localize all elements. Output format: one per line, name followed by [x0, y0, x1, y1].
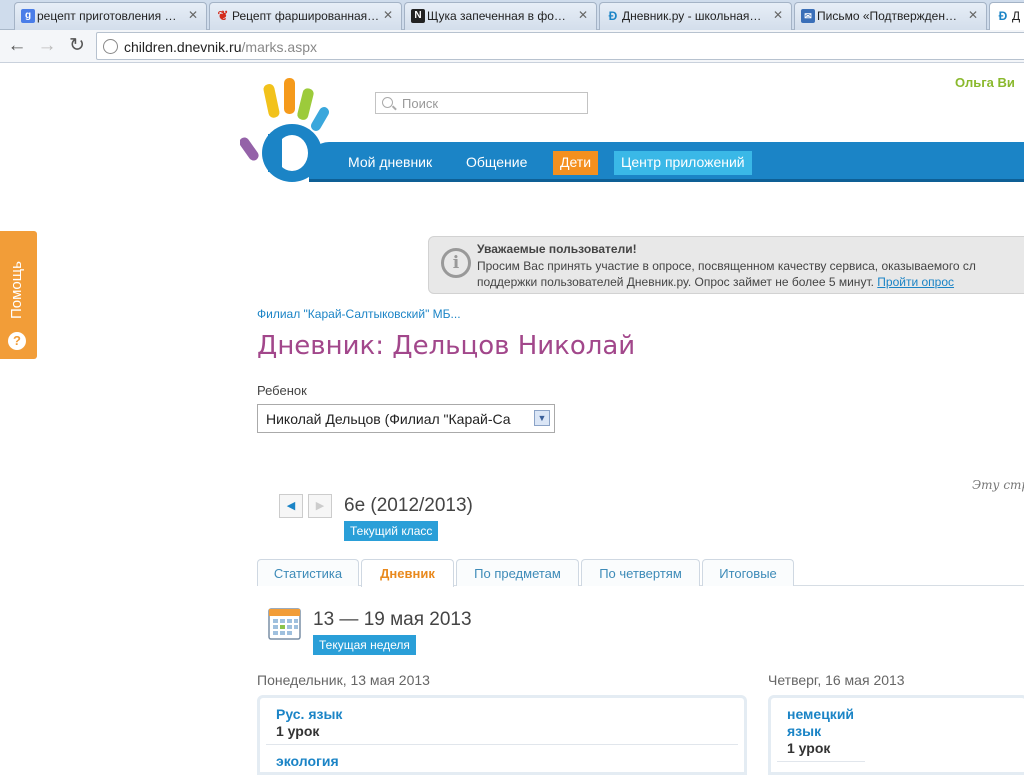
chevron-down-icon[interactable]: ▼: [534, 410, 550, 426]
notice-line-2: поддержки пользователей Дневник.ру. Опро…: [477, 275, 954, 289]
mail-icon: ✉: [801, 9, 815, 23]
address-bar[interactable]: children.dnevnik.ru/marks.aspx: [96, 32, 1024, 60]
day-card-monday: Рус. язык 1 урок экология: [257, 695, 747, 775]
url-path: /marks.aspx: [241, 39, 317, 55]
child-label: Ребенок: [257, 383, 307, 398]
close-icon[interactable]: ✕: [188, 8, 198, 22]
next-class-button[interactable]: ▶: [308, 494, 332, 518]
question-icon: ?: [8, 332, 26, 350]
tab-by-subjects[interactable]: По предметам: [456, 559, 579, 586]
day-title-thursday: Четверг, 16 мая 2013: [768, 672, 905, 688]
week-range: 13 — 19 мая 2013: [313, 609, 472, 630]
lesson-subject[interactable]: немецкий язык: [787, 706, 855, 740]
lesson-subject[interactable]: Рус. язык: [276, 706, 728, 723]
dnevnik-icon: Ð: [608, 9, 618, 23]
n-logo-icon: N: [411, 9, 425, 23]
survey-link[interactable]: Пройти опрос: [877, 275, 954, 289]
calendar-icon[interactable]: [268, 606, 301, 640]
browser-tab-strip: g рецепт приготовления … ✕ ❦ Рецепт фарш…: [0, 0, 1024, 30]
tab-by-quarters[interactable]: По четвертям: [581, 559, 700, 586]
notice-title: Уважаемые пользователи!: [477, 242, 637, 256]
menu-bottom-stripe: [309, 179, 1024, 182]
browser-tab-3[interactable]: N Щука запеченная в фо… ✕: [404, 2, 597, 30]
google-icon: g: [21, 9, 35, 23]
day-card-thursday: немецкий язык 1 урок: [768, 695, 1024, 775]
search-input[interactable]: Поиск: [375, 92, 588, 114]
notice-line-2-text: поддержки пользователей Дневник.ру. Опро…: [477, 275, 874, 289]
help-side-tab[interactable]: Помощь ?: [0, 231, 37, 359]
browser-tab-4[interactable]: Ð Дневник.ру - школьная… ✕: [599, 2, 792, 30]
search-icon: [382, 97, 393, 108]
current-week-badge: Текущая неделя: [313, 635, 416, 655]
side-note: Эту стр: [972, 478, 1024, 492]
close-icon[interactable]: ✕: [578, 8, 588, 22]
lesson-row[interactable]: экология: [266, 749, 738, 772]
lesson-number: 1 урок: [787, 740, 831, 756]
child-select-value: Николай Дельцов (Филиал "Карай-Са: [266, 411, 511, 427]
back-arrow-icon[interactable]: ←: [6, 36, 28, 58]
class-name: 6е (2012/2013): [344, 495, 473, 516]
browser-tab-2[interactable]: ❦ Рецепт фаршированная… ✕: [209, 2, 402, 30]
tab-final[interactable]: Итоговые: [702, 559, 794, 586]
lesson-row[interactable]: немецкий язык 1 урок: [777, 702, 865, 762]
browser-tab-title: Щука запеченная в фо…: [427, 9, 566, 23]
notice-line-1: Просим Вас принять участие в опросе, пос…: [477, 259, 976, 273]
menu-item-app-center[interactable]: Центр приложений: [614, 151, 752, 175]
info-icon: i: [441, 248, 471, 278]
browser-tab-title: Рецепт фаршированная…: [232, 9, 380, 23]
browser-tab-active[interactable]: Ð Д: [989, 2, 1024, 30]
current-class-badge: Текущий класс: [344, 521, 439, 541]
reload-icon[interactable]: ↻: [66, 36, 88, 58]
forward-arrow-icon[interactable]: →: [36, 36, 58, 58]
browser-tab-5[interactable]: ✉ Письмо «Подтвержден… ✕: [794, 2, 987, 30]
lesson-subject[interactable]: экология: [276, 753, 728, 770]
prev-class-button[interactable]: ◀: [279, 494, 303, 518]
lesson-row[interactable]: Рус. язык 1 урок: [266, 702, 738, 745]
user-name[interactable]: Ольга Ви: [955, 75, 1015, 90]
globe-icon: [103, 39, 118, 54]
day-title-monday: Понедельник, 13 мая 2013: [257, 672, 430, 688]
school-link[interactable]: Филиал "Карай-Салтыковский" МБ...: [257, 307, 461, 321]
lesson-number: 1 урок: [276, 723, 320, 739]
browser-toolbar: ← → ↻ children.dnevnik.ru/marks.aspx: [0, 30, 1024, 63]
url-host: children.dnevnik.ru: [124, 39, 242, 55]
child-select[interactable]: Николай Дельцов (Филиал "Карай-Са ▼: [257, 404, 555, 433]
close-icon[interactable]: ✕: [383, 8, 393, 22]
menu-item-my-diary[interactable]: Мой дневник: [341, 151, 439, 175]
browser-tab-title: рецепт приготовления …: [37, 9, 177, 23]
close-icon[interactable]: ✕: [968, 8, 978, 22]
search-placeholder: Поиск: [402, 96, 439, 111]
chili-icon: ❦: [217, 8, 229, 23]
survey-notice: i Уважаемые пользователи! Просим Вас при…: [428, 236, 1024, 294]
help-label: Помощь: [8, 261, 25, 319]
menu-item-communication[interactable]: Общение: [459, 151, 534, 175]
main-menu-bar: Мой дневник Общение Дети Центр приложени…: [309, 142, 1024, 182]
browser-tab-title: Дневник.ру - школьная…: [622, 9, 762, 23]
tab-statistics[interactable]: Статистика: [257, 559, 359, 586]
menu-item-children[interactable]: Дети: [553, 151, 599, 175]
close-icon[interactable]: ✕: [773, 8, 783, 22]
browser-tab-title: Письмо «Подтвержден…: [817, 9, 957, 23]
page-title: Дневник: Дельцов Николай: [257, 331, 636, 361]
browser-tab-1[interactable]: g рецепт приготовления … ✕: [14, 2, 207, 30]
browser-tab-title: Д: [1012, 9, 1021, 23]
dnevnik-icon: Ð: [998, 9, 1008, 23]
tab-diary[interactable]: Дневник: [361, 559, 454, 587]
